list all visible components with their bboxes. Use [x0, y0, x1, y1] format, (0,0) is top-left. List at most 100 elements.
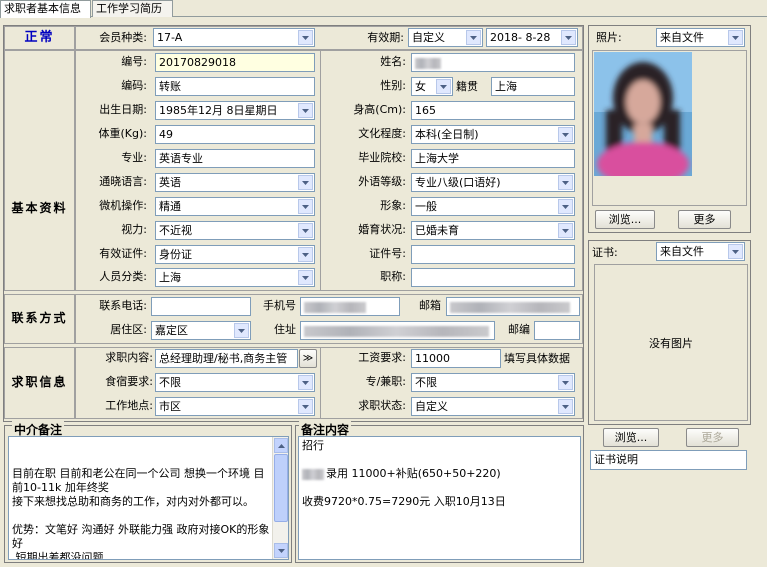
- name-field[interactable]: [411, 53, 575, 72]
- photo-image: [594, 52, 692, 176]
- photo-source-select[interactable]: 来自文件: [656, 28, 745, 47]
- chevron-down-icon[interactable]: [298, 103, 313, 118]
- chevron-down-icon[interactable]: [234, 323, 249, 338]
- id-label: 编号:: [121, 55, 147, 68]
- foreign-level-select[interactable]: 专业八级(口语好): [411, 173, 575, 192]
- postcode-field[interactable]: [534, 321, 580, 340]
- email-field[interactable]: [446, 297, 580, 316]
- certificate-more-button[interactable]: 更多: [686, 428, 739, 447]
- mobile-field[interactable]: [300, 297, 400, 316]
- chevron-down-icon[interactable]: [558, 175, 573, 190]
- chevron-down-icon[interactable]: [728, 244, 743, 259]
- certificate-browse-button[interactable]: 浏览...: [603, 428, 659, 447]
- id-field[interactable]: 20170829018: [155, 53, 315, 72]
- scroll-down-icon[interactable]: [274, 543, 288, 558]
- chevron-down-icon[interactable]: [561, 30, 576, 45]
- remark-line-3: 收费9720*0.75=7290元 入职10月13日: [302, 495, 506, 508]
- chevron-down-icon[interactable]: [298, 30, 313, 45]
- job-intent-field[interactable]: 总经理助理/秘书,商务主管: [155, 349, 298, 368]
- photo-browse-button[interactable]: 浏览...: [595, 210, 655, 229]
- chevron-down-icon[interactable]: [298, 375, 313, 390]
- chevron-down-icon[interactable]: [558, 127, 573, 142]
- gender-select[interactable]: 女: [411, 77, 453, 96]
- chevron-down-icon[interactable]: [466, 30, 481, 45]
- tab-basic-info[interactable]: 求职者基本信息: [0, 0, 91, 18]
- language-select[interactable]: 英语: [155, 173, 315, 192]
- chevron-down-icon[interactable]: [558, 375, 573, 390]
- computer-skill-label: 微机操作:: [99, 199, 147, 212]
- professional-title-field[interactable]: [411, 268, 575, 287]
- phone-field[interactable]: [151, 297, 251, 316]
- major-field[interactable]: 英语专业: [155, 149, 315, 168]
- fulltime-select[interactable]: 不限: [411, 373, 575, 392]
- location-select[interactable]: 市区: [155, 397, 315, 416]
- name-label: 姓名:: [380, 55, 406, 68]
- board-value: 不限: [159, 376, 181, 389]
- marital-select[interactable]: 已婚未育: [411, 221, 575, 240]
- chevron-down-icon[interactable]: [558, 199, 573, 214]
- district-select[interactable]: 嘉定区: [151, 321, 251, 340]
- weight-field[interactable]: 49: [155, 125, 315, 144]
- remark-textarea[interactable]: 招行 录用 11000+补贴(650+50+220) 收费9720*0.75=7…: [298, 436, 581, 560]
- board-select[interactable]: 不限: [155, 373, 315, 392]
- chevron-down-icon[interactable]: [728, 30, 743, 45]
- redacted-remark-name: [302, 468, 324, 480]
- appearance-select[interactable]: 一般: [411, 197, 575, 216]
- job-intent-more-button[interactable]: ≫: [299, 349, 317, 368]
- location-value: 市区: [159, 400, 181, 413]
- address-field[interactable]: [300, 321, 495, 340]
- location-label: 工作地点:: [105, 399, 153, 412]
- birth-date-picker[interactable]: 1985年12月 8日星期日: [155, 101, 315, 120]
- scroll-thumb[interactable]: [274, 454, 288, 522]
- document-number-field[interactable]: [411, 245, 575, 264]
- member-type-select[interactable]: 17-A: [153, 28, 315, 47]
- agent-notes-textarea[interactable]: 目前在职 目前和老公在同一个公司 想换一个环境 目前10-11k 加年终奖 接下…: [8, 436, 289, 560]
- agent-notes-scrollbar[interactable]: [272, 437, 288, 559]
- scroll-up-icon[interactable]: [274, 438, 288, 453]
- salary-label: 工资要求:: [358, 351, 406, 364]
- certificate-source-select[interactable]: 来自文件: [656, 242, 745, 261]
- code-field[interactable]: 转账: [155, 77, 315, 96]
- photo-label: 照片:: [596, 31, 622, 44]
- board-label: 食宿要求:: [105, 375, 153, 388]
- chevron-down-icon[interactable]: [558, 399, 573, 414]
- category-select[interactable]: 上海: [155, 268, 315, 287]
- certificate-description-field[interactable]: 证书说明: [590, 450, 747, 470]
- photo-more-button[interactable]: 更多: [678, 210, 731, 229]
- chevron-down-icon[interactable]: [298, 270, 313, 285]
- job-state-label: 求职状态:: [358, 399, 406, 412]
- vision-select[interactable]: 不近视: [155, 221, 315, 240]
- basic-section-cell: 基本资料: [4, 50, 75, 291]
- chevron-down-icon[interactable]: [436, 79, 451, 94]
- chevron-down-icon[interactable]: [298, 223, 313, 238]
- validity-date-picker[interactable]: 2018- 8-28: [486, 28, 578, 47]
- tab-work-history[interactable]: 工作学习简历: [92, 0, 173, 17]
- school-label: 毕业院校:: [358, 151, 406, 164]
- school-field[interactable]: 上海大学: [411, 149, 575, 168]
- id-document-label: 有效证件:: [99, 247, 147, 260]
- chevron-down-icon[interactable]: [298, 199, 313, 214]
- validity-mode-select[interactable]: 自定义: [408, 28, 483, 47]
- chevron-down-icon[interactable]: [298, 399, 313, 414]
- redacted-email: [450, 301, 570, 313]
- education-select[interactable]: 本科(全日制): [411, 125, 575, 144]
- height-field[interactable]: 165: [411, 101, 575, 120]
- foreign-level-label: 外语等级:: [358, 175, 406, 188]
- validity-date-value: 2018- 8-28: [490, 31, 551, 44]
- native-place-field[interactable]: 上海: [491, 77, 575, 96]
- address-label: 住址: [274, 323, 296, 336]
- id-document-select[interactable]: 身份证: [155, 245, 315, 264]
- code-label: 编码:: [121, 79, 147, 92]
- professional-title-label: 职称:: [380, 270, 406, 283]
- job-state-select[interactable]: 自定义: [411, 397, 575, 416]
- validity-mode-value: 自定义: [412, 31, 445, 44]
- agent-notes-text: 目前在职 目前和老公在同一个公司 想换一个环境 目前10-11k 加年终奖 接下…: [12, 467, 270, 560]
- computer-skill-select[interactable]: 精通: [155, 197, 315, 216]
- salary-field[interactable]: 11000: [411, 349, 501, 368]
- chevron-down-icon[interactable]: [298, 175, 313, 190]
- birth-label: 出生日期:: [99, 103, 147, 116]
- appearance-label: 形象:: [380, 199, 406, 212]
- chevron-down-icon[interactable]: [298, 247, 313, 262]
- status-cell: 正常: [4, 26, 75, 50]
- chevron-down-icon[interactable]: [558, 223, 573, 238]
